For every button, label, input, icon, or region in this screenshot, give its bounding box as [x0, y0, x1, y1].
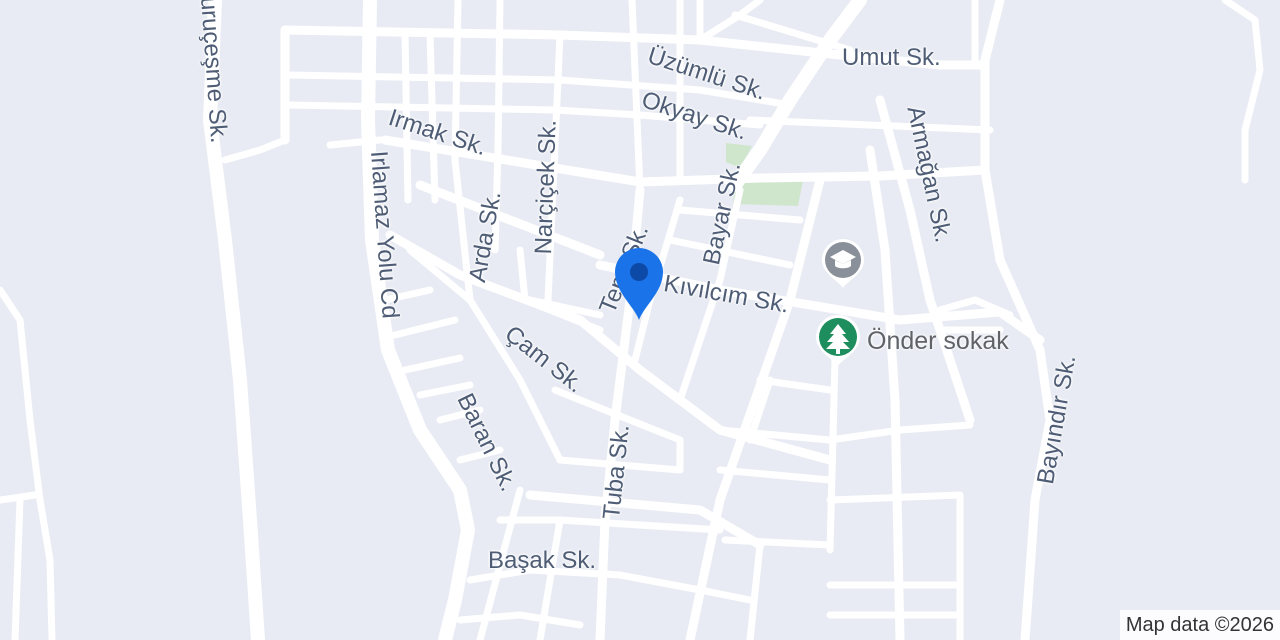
street-label-narcicek: Narçiçek Sk. [530, 119, 562, 255]
street-label-umut: Umut Sk. [842, 44, 941, 71]
road [716, 466, 834, 484]
road [1221, 0, 1264, 184]
road [676, 206, 804, 224]
graduation-cap-icon [822, 239, 864, 288]
street-label-basak: Başak Sk. [488, 547, 597, 574]
road [11, 496, 24, 640]
location-pin[interactable] [612, 246, 666, 322]
road [721, 536, 834, 549]
road [496, 516, 724, 534]
road [0, 286, 56, 640]
road [326, 136, 384, 149]
road [415, 180, 605, 260]
road [416, 381, 474, 399]
school-poi[interactable] [818, 236, 868, 292]
road [826, 356, 839, 554]
road [516, 246, 604, 334]
location-pin-icon [615, 248, 663, 320]
road [628, 0, 644, 194]
road [865, 145, 905, 640]
road [401, 354, 464, 374]
road [456, 611, 584, 629]
park-poi[interactable] [812, 312, 864, 370]
road [746, 116, 994, 134]
road [221, 136, 289, 164]
map-attribution[interactable]: Map data ©2026 [1119, 610, 1280, 640]
road [746, 541, 764, 640]
map-canvas[interactable]: Umut Sk. Üzümlü Sk. Okyay Sk. Irmak Sk. … [0, 0, 1280, 640]
tree-icon [816, 315, 860, 366]
park-poi-label: Önder sokak [867, 327, 1009, 355]
road [391, 316, 459, 339]
